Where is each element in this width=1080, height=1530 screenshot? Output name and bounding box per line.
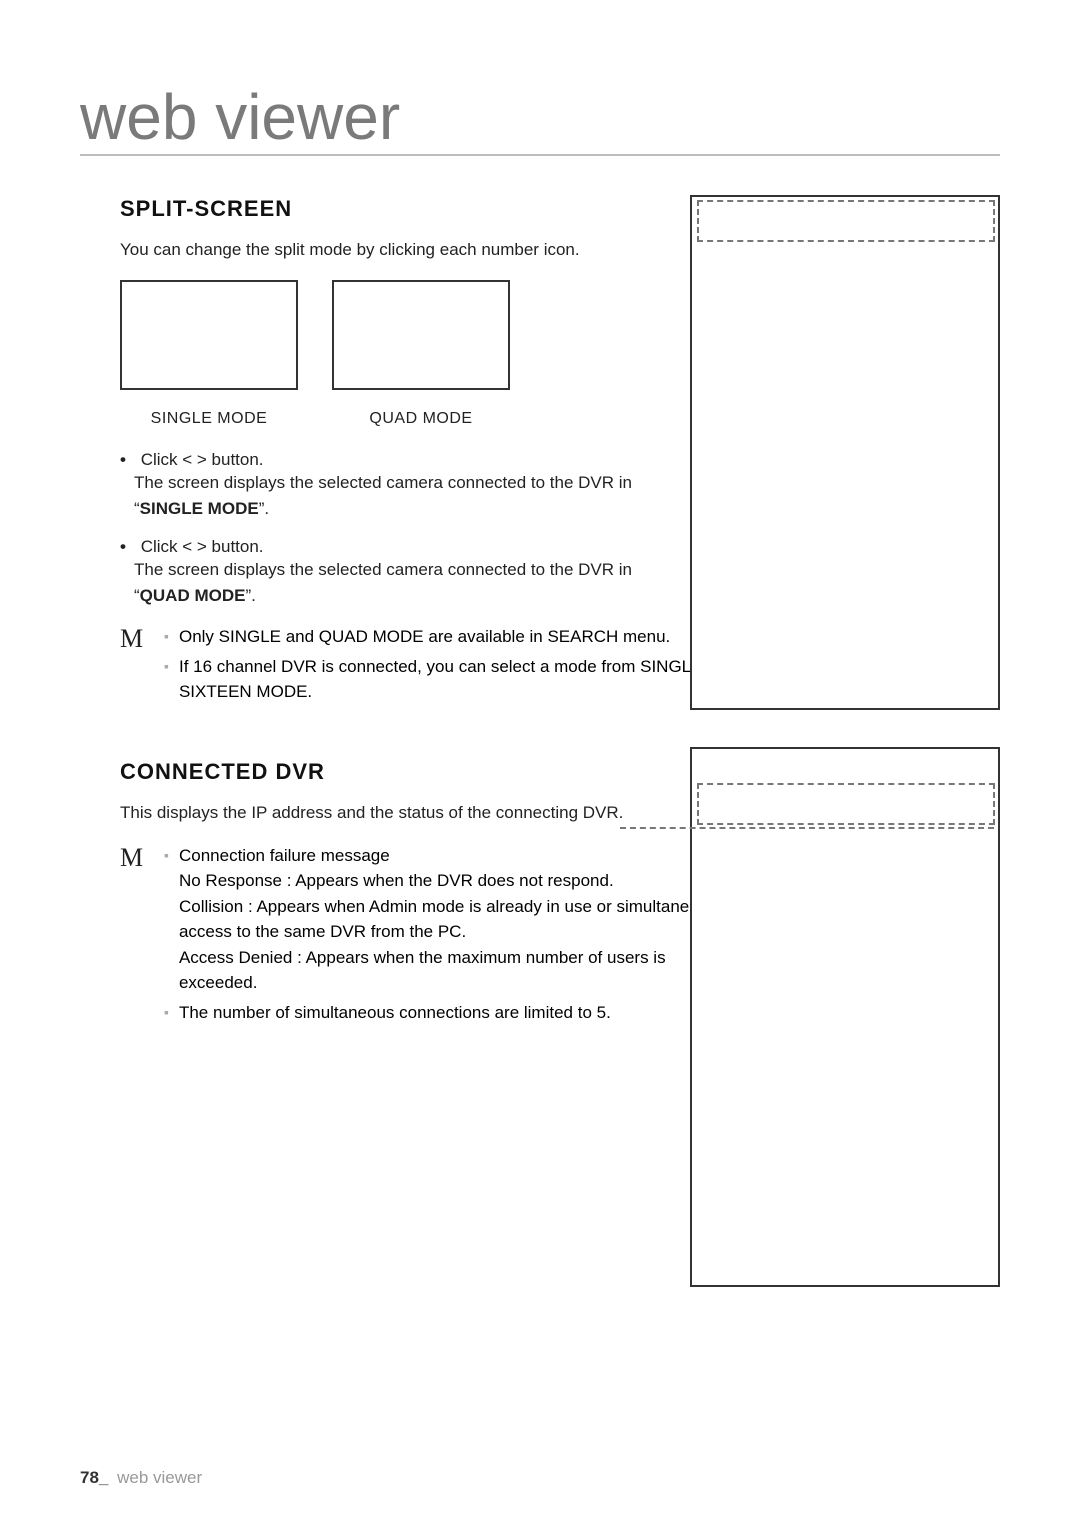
highlight-line [620,827,994,829]
note-bullet-icon: ▪ [164,624,169,650]
screenshot-split-screen [690,195,1000,710]
page-footer: 78_ web viewer [80,1468,202,1488]
quad-mode-col: QUAD MODE [332,280,510,428]
split-screen-note-list: ▪ Only SINGLE and QUAD MODE are available… [164,624,724,709]
note-16ch: If 16 channel DVR is connected, you can … [179,654,724,705]
note-no-response: No Response : Appears when the DVR does … [179,868,724,894]
note-access-denied: Access Denied : Appears when the maximum… [179,945,724,996]
note-item: ▪If 16 channel DVR is connected, you can… [164,654,724,705]
bullet-quad-mode-name: QUAD MODE [140,586,246,605]
bullet-quad-desc: The screen displays the selected camera … [134,557,660,608]
note-bullet-icon: ▪ [164,654,169,705]
bullet-single-desc-c: ”. [259,499,269,518]
note-marker-icon: M [120,624,148,709]
bullet-quad-desc-c: ”. [245,586,255,605]
bullet-single-click: Click < > button. [141,450,264,469]
bullet-single-desc: The screen displays the selected camera … [134,470,660,521]
note-conn-failure-label: Connection failure message [179,843,724,869]
single-mode-label: SINGLE MODE [151,410,268,428]
bullet-single-mode: Click < > button. The screen displays th… [120,450,660,521]
bullet-single-mode-name: SINGLE MODE [140,499,259,518]
note-item: ▪ Only SINGLE and QUAD MODE are available… [164,624,724,650]
connected-dvr-note-list: ▪ Connection failure message No Response… [164,843,724,1030]
single-mode-thumbnail [120,280,298,390]
chapter-title: web viewer [80,80,1000,156]
note-bullet-icon: ▪ [164,843,169,996]
highlight-box [697,200,995,242]
quad-mode-label: QUAD MODE [369,410,472,428]
note-item: ▪ The number of simultaneous connections … [164,1000,724,1026]
single-mode-col: SINGLE MODE [120,280,298,428]
footer-label: web viewer [117,1468,202,1487]
page-number: 78_ [80,1468,108,1487]
note-connection-failure: Connection failure message No Response :… [179,843,724,996]
note-collision: Collision : Appears when Admin mode is a… [179,894,724,945]
note-conn-limit: The number of simultaneous connections a… [179,1000,611,1026]
quad-mode-thumbnail [332,280,510,390]
note-search-menu: Only SINGLE and QUAD MODE are available … [179,624,670,650]
document-page: web viewer SPLIT-SCREEN You can change t… [0,0,1080,1530]
note-item: ▪ Connection failure message No Response… [164,843,724,996]
note-marker-icon: M [120,843,148,1030]
note-bullet-icon: ▪ [164,1000,169,1026]
bullet-quad-mode: Click < > button. The screen displays th… [120,537,660,608]
bullet-quad-click: Click < > button. [141,537,264,556]
highlight-box [697,783,995,825]
